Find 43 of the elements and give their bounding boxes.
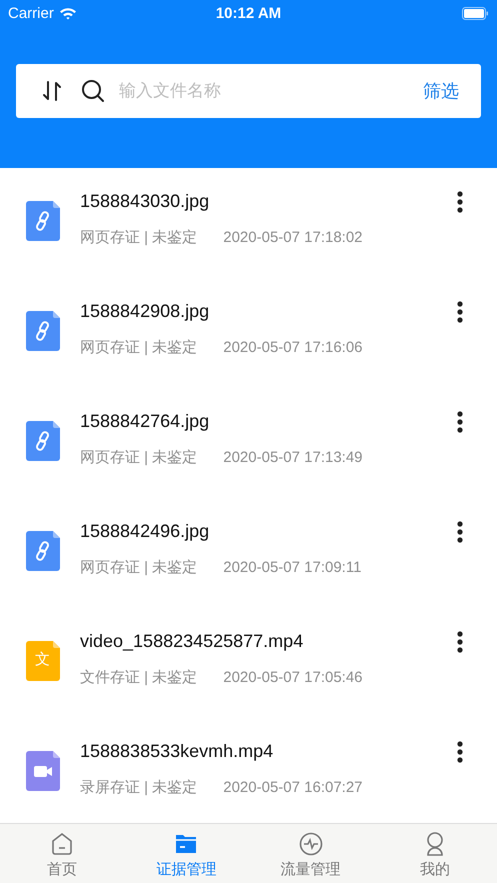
link-file-icon <box>26 531 60 571</box>
file-type: 录屏存证 | 未鉴定 <box>80 778 198 798</box>
more-icon[interactable] <box>457 741 463 763</box>
more-icon[interactable] <box>457 521 463 543</box>
carrier-label: Carrier <box>8 4 54 22</box>
file-time: 2020-05-07 17:13:49 <box>223 448 363 468</box>
tab[interactable]: 我的 <box>372 824 497 883</box>
filter-button[interactable]: 筛选 <box>423 79 459 103</box>
file-name: 1588842496.jpg <box>80 520 210 542</box>
link-file-icon <box>26 201 60 241</box>
search-field[interactable]: 输入文件名称 <box>119 81 423 101</box>
file-type: 网页存证 | 未鉴定 <box>80 448 198 468</box>
more-icon[interactable] <box>457 301 463 323</box>
tab[interactable]: 首页 <box>0 824 124 883</box>
link-file-icon <box>26 421 60 461</box>
file-type: 网页存证 | 未鉴定 <box>80 558 198 578</box>
file-type: 文件存证 | 未鉴定 <box>80 668 198 688</box>
file-name: 1588838533kevmh.mp4 <box>80 740 274 762</box>
battery-icon <box>462 6 489 20</box>
file-type: 网页存证 | 未鉴定 <box>80 338 198 358</box>
file-time: 2020-05-07 17:05:46 <box>223 668 363 688</box>
file-glyph: 文 <box>35 652 50 668</box>
file-time: 2020-05-07 16:07:27 <box>223 778 363 798</box>
wifi-icon <box>58 6 77 20</box>
file-time: 2020-05-07 17:09:11 <box>223 558 362 578</box>
file-name: 1588842764.jpg <box>80 410 210 432</box>
pulse-icon <box>298 831 324 857</box>
file-time: 2020-05-07 17:16:06 <box>223 338 363 358</box>
search-icon <box>81 79 105 103</box>
status-time: 10:12 AM <box>216 4 282 22</box>
file-name: 1588842908.jpg <box>80 300 210 322</box>
link-file-icon <box>26 311 60 351</box>
file-type: 网页存证 | 未鉴定 <box>80 228 198 248</box>
tab[interactable]: 流量管理 <box>248 824 373 883</box>
video-file-icon <box>26 751 60 791</box>
sort-icon[interactable] <box>42 80 62 102</box>
more-icon[interactable] <box>457 191 463 213</box>
file-name: 1588843030.jpg <box>80 190 210 212</box>
more-icon[interactable] <box>457 631 463 653</box>
file-time: 2020-05-07 17:18:02 <box>223 228 363 248</box>
more-icon[interactable] <box>457 411 463 433</box>
file-name: video_1588234525877.mp4 <box>80 630 304 652</box>
tab[interactable]: 证据管理 <box>124 824 248 883</box>
